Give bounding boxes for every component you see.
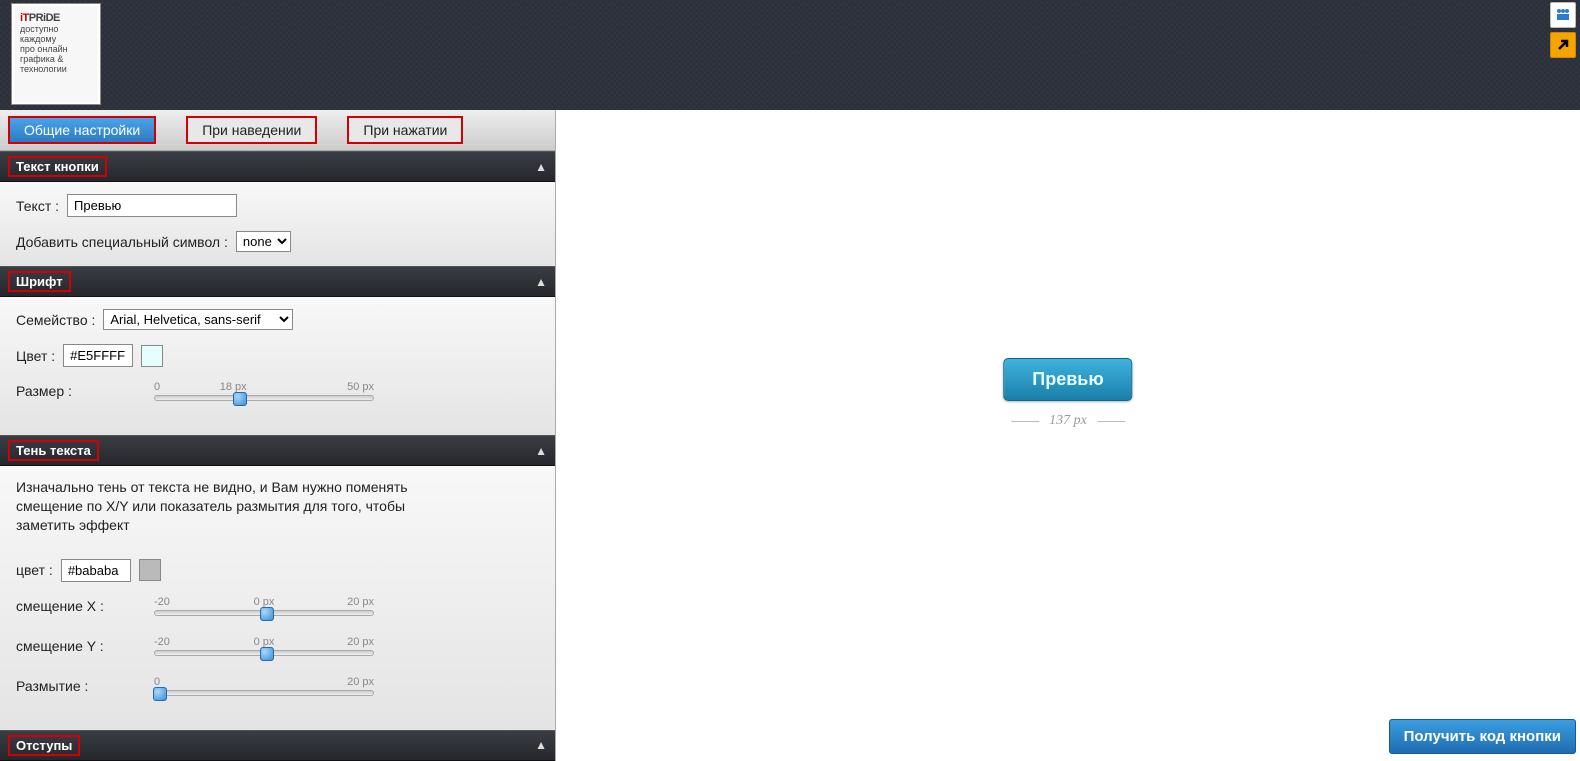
logo-subtitle-3: графика & технологии xyxy=(20,54,92,74)
preview-panel: Превью 137 px xyxy=(556,110,1580,761)
collapse-icon: ▲ xyxy=(535,160,547,174)
font-color-input[interactable] xyxy=(63,344,133,367)
section-title: Текст кнопки xyxy=(8,156,107,177)
logo-subtitle-2: про онлайн xyxy=(20,44,92,54)
slider-handle[interactable] xyxy=(153,687,167,701)
section-title: Тень текста xyxy=(8,440,99,461)
logo-brand: iTPRiDE xyxy=(20,12,92,24)
tabs-row: Общие настройки При наведении При нажати… xyxy=(0,110,555,151)
font-size-slider[interactable] xyxy=(154,395,374,401)
preview-width-label: 137 px xyxy=(1003,413,1132,429)
section-title: Шрифт xyxy=(8,271,71,292)
shadow-description: Изначально тень от текста не видно, и Ва… xyxy=(16,478,446,535)
tab-general[interactable]: Общие настройки xyxy=(8,116,156,144)
collapse-icon: ▲ xyxy=(535,444,547,458)
slider-max: 20 px xyxy=(347,636,374,648)
special-char-label: Добавить специальный символ : xyxy=(16,234,228,250)
shadow-color-label: цвет : xyxy=(16,562,53,578)
offset-y-label: смещение Y : xyxy=(16,638,126,654)
slider-max: 20 px xyxy=(347,596,374,608)
offset-x-slider[interactable] xyxy=(154,610,374,616)
blur-slider[interactable] xyxy=(154,690,374,696)
section-header-text[interactable]: Текст кнопки ▲ xyxy=(0,151,555,182)
settings-panel: Общие настройки При наведении При нажати… xyxy=(0,110,556,761)
offset-x-label: смещение X : xyxy=(16,598,126,614)
special-char-select[interactable]: none xyxy=(236,231,291,252)
slider-value: 0 px xyxy=(254,596,275,608)
text-input[interactable] xyxy=(67,194,237,217)
tab-active[interactable]: При нажатии xyxy=(347,116,463,144)
section-title: Отступы xyxy=(8,735,80,756)
slider-min: -20 xyxy=(154,596,170,608)
shadow-color-swatch[interactable] xyxy=(139,559,161,581)
external-arrow-icon[interactable] xyxy=(1550,32,1576,58)
font-color-swatch[interactable] xyxy=(141,345,163,367)
section-header-font[interactable]: Шрифт ▲ xyxy=(0,266,555,297)
slider-max: 50 px xyxy=(347,381,374,393)
font-color-label: Цвет : xyxy=(16,348,55,364)
logo-box: iTPRiDE доступно каждому про онлайн граф… xyxy=(12,4,100,104)
slider-max: 20 px xyxy=(347,676,374,688)
slider-handle[interactable] xyxy=(233,392,247,406)
slider-min: -20 xyxy=(154,636,170,648)
preview-button[interactable]: Превью xyxy=(1003,358,1132,401)
slider-min: 0 xyxy=(154,381,160,393)
collapse-icon: ▲ xyxy=(535,275,547,289)
section-header-shadow[interactable]: Тень текста ▲ xyxy=(0,435,555,466)
slider-handle[interactable] xyxy=(260,647,274,661)
share-people-icon[interactable] xyxy=(1550,2,1576,28)
section-header-padding[interactable]: Отступы ▲ xyxy=(0,730,555,761)
slider-handle[interactable] xyxy=(260,607,274,621)
font-family-label: Семейство : xyxy=(16,312,95,328)
shadow-color-input[interactable] xyxy=(61,559,131,582)
blur-label: Размытие : xyxy=(16,678,126,694)
slider-min: 0 xyxy=(154,676,160,688)
text-label: Текст : xyxy=(16,198,59,214)
tab-hover[interactable]: При наведении xyxy=(186,116,317,144)
offset-y-slider[interactable] xyxy=(154,650,374,656)
collapse-icon: ▲ xyxy=(535,738,547,752)
logo-subtitle-1: доступно каждому xyxy=(20,24,92,44)
font-family-select[interactable]: Arial, Helvetica, sans-serif xyxy=(103,309,293,330)
slider-value: 0 px xyxy=(254,636,275,648)
font-size-label: Размер : xyxy=(16,383,126,399)
top-banner: iTPRiDE доступно каждому про онлайн граф… xyxy=(0,0,1580,110)
get-code-button[interactable]: Получить код кнопки xyxy=(1389,719,1576,754)
